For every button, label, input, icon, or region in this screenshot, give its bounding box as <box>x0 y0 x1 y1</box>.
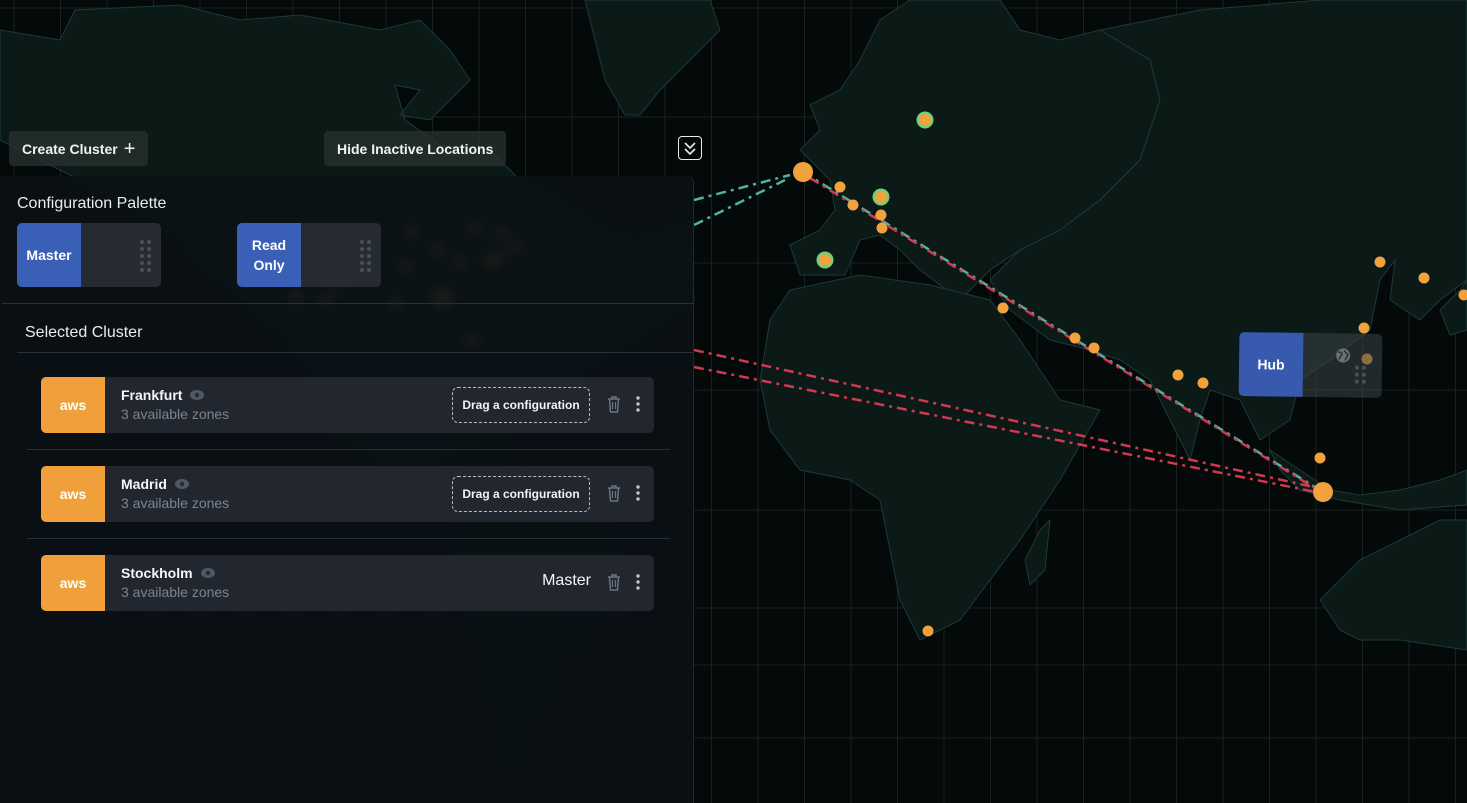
location-dot-beijing[interactable] <box>1374 256 1386 268</box>
side-panel: Configuration Palette Master Read Only S… <box>0 176 694 803</box>
drag-handle-icon[interactable] <box>140 240 151 272</box>
aws-provider-badge: aws <box>41 377 105 433</box>
row-divider <box>27 449 670 450</box>
palette-item-label: Read Only <box>237 223 301 287</box>
double-chevron-down-icon <box>684 142 696 156</box>
trash-icon[interactable] <box>606 484 622 502</box>
hub-label: Hub <box>1238 332 1304 397</box>
location-dot-seoul[interactable] <box>1418 272 1430 284</box>
cluster-name: Frankfurt <box>121 387 183 403</box>
collapse-panel-button[interactable] <box>678 136 702 160</box>
cluster-zones: 3 available zones <box>121 406 230 422</box>
section-divider <box>17 352 693 353</box>
drag-handle-icon[interactable] <box>360 240 371 272</box>
create-cluster-label: Create Cluster <box>22 140 118 157</box>
configuration-dropzone[interactable]: Drag a configuration <box>452 387 590 423</box>
location-dot-mumbai[interactable] <box>1172 369 1184 381</box>
location-dot-zurich[interactable] <box>875 209 887 221</box>
location-dot-frankfurt[interactable] <box>872 188 890 206</box>
location-dot-dublin[interactable] <box>793 162 813 182</box>
cluster-zones: 3 available zones <box>121 495 230 511</box>
cluster-row-madrid[interactable]: aws Madrid 3 available zones Drag a conf… <box>41 466 654 522</box>
location-dot-uae[interactable] <box>1088 342 1100 354</box>
location-dot-hyderabad[interactable] <box>1197 377 1209 389</box>
eye-icon[interactable] <box>174 479 189 489</box>
cluster-row-frankfurt[interactable]: aws Frankfurt 3 available zones Drag a c… <box>41 377 654 433</box>
drag-handle-icon[interactable] <box>1354 365 1366 384</box>
location-dot-paris[interactable] <box>847 199 859 211</box>
row-divider <box>27 538 670 539</box>
hide-inactive-locations-button[interactable]: Hide Inactive Locations <box>324 131 507 166</box>
assigned-configuration: Master <box>542 572 591 589</box>
hide-inactive-locations-label: Hide Inactive Locations <box>337 140 494 157</box>
location-dot-jakarta[interactable] <box>1313 482 1333 502</box>
aws-provider-badge: aws <box>41 555 105 611</box>
location-dot-singapore[interactable] <box>1314 452 1326 464</box>
location-dot-milan[interactable] <box>876 222 888 234</box>
trash-icon[interactable] <box>606 573 622 591</box>
location-dot-madrid[interactable] <box>816 251 834 269</box>
location-dot-stockholm[interactable] <box>916 111 934 129</box>
more-options-icon[interactable] <box>635 484 641 502</box>
location-dot-cape-town[interactable] <box>922 625 934 637</box>
palette-item-label: Master <box>17 223 81 287</box>
cluster-row-stockholm[interactable]: aws Stockholm 3 available zones Master <box>41 555 654 611</box>
eye-icon[interactable] <box>200 568 215 578</box>
globe-icon <box>1336 348 1351 363</box>
section-divider <box>2 303 694 304</box>
cluster-name: Stockholm <box>121 565 193 581</box>
eye-icon[interactable] <box>190 390 205 400</box>
location-dot-tel-aviv[interactable] <box>997 302 1009 314</box>
create-cluster-button[interactable]: Create Cluster + <box>9 131 149 166</box>
cluster-name: Madrid <box>121 476 167 492</box>
more-options-icon[interactable] <box>635 573 641 591</box>
palette-item-master[interactable]: Master <box>17 223 161 287</box>
plus-icon: + <box>123 137 136 160</box>
trash-icon[interactable] <box>606 395 622 413</box>
location-dot-bahrain[interactable] <box>1069 332 1081 344</box>
location-dot-ningxia[interactable] <box>1358 322 1370 334</box>
aws-provider-badge: aws <box>41 466 105 522</box>
location-dot-london[interactable] <box>834 181 846 193</box>
palette-item-read-only[interactable]: Read Only <box>237 223 381 287</box>
hub-configuration-chip[interactable]: Hub <box>1238 332 1383 398</box>
configuration-palette-title: Configuration Palette <box>17 195 167 212</box>
more-options-icon[interactable] <box>635 395 641 413</box>
cluster-zones: 3 available zones <box>121 584 230 600</box>
selected-cluster-title: Selected Cluster <box>25 324 143 341</box>
configuration-dropzone[interactable]: Drag a configuration <box>452 476 590 512</box>
